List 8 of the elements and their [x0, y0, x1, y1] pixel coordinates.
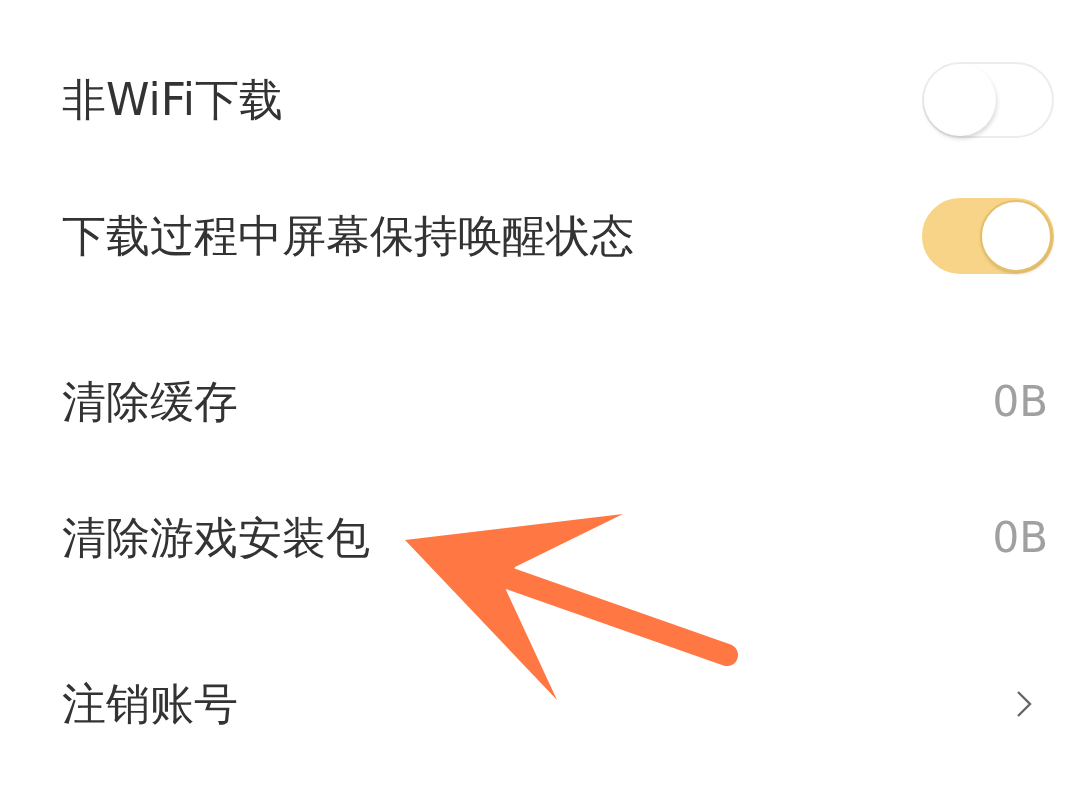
- setting-label: 注销账号: [62, 677, 238, 731]
- chevron-right-icon: [1016, 690, 1032, 718]
- size-value: 0B: [992, 512, 1048, 564]
- setting-label: 非WiFi下载: [62, 73, 284, 127]
- size-value: 0B: [992, 376, 1048, 428]
- setting-label: 清除游戏安装包: [62, 511, 370, 565]
- setting-label: 清除缓存: [62, 375, 238, 429]
- setting-label: 下载过程中屏幕保持唤醒状态: [62, 209, 634, 263]
